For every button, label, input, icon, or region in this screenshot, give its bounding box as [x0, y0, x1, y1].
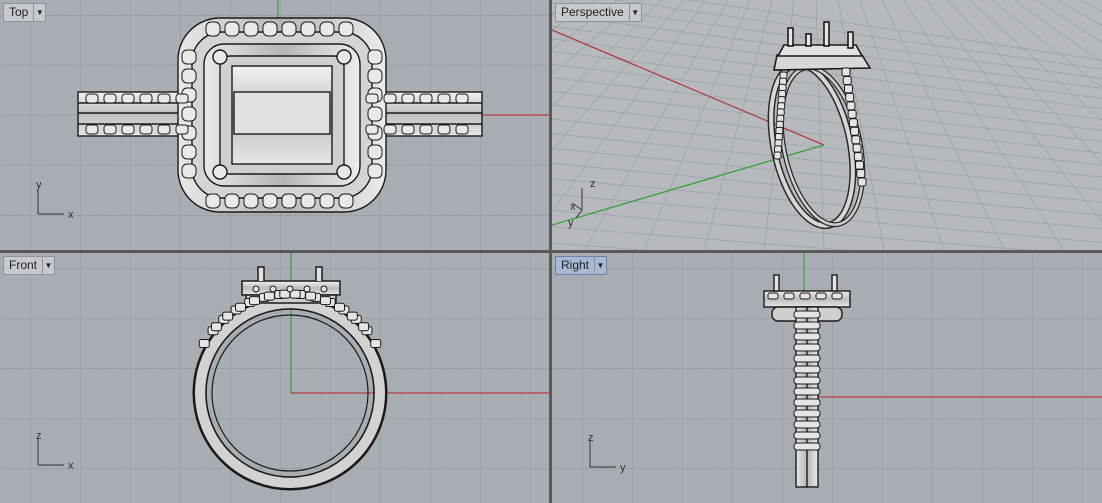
axis-label-x: x [68, 460, 74, 472]
axis-label-z: z [588, 432, 594, 444]
top-view-canvas: y x [0, 0, 549, 250]
axis-label-z: z [590, 178, 596, 190]
viewport-title: Front [9, 258, 38, 272]
axis-label-y: y [36, 179, 42, 191]
viewport-title: Top [9, 5, 29, 19]
viewport-tab-front[interactable]: Front ▼ [3, 256, 56, 275]
viewport-top[interactable]: Top ▼ y x [0, 0, 549, 250]
chevron-down-icon[interactable]: ▼ [33, 4, 45, 21]
axis-label-x: x [570, 201, 576, 213]
chevron-down-icon[interactable]: ▼ [594, 257, 606, 274]
axis-label-y: y [620, 462, 626, 474]
viewport-perspective[interactable]: Perspective ▼ z x y [552, 0, 1102, 250]
right-view-canvas: z y [552, 253, 1102, 503]
perspective-view-canvas: z x y [552, 0, 1102, 250]
axis-label-z: z [36, 430, 42, 442]
axis-label-x: x [68, 209, 74, 221]
chevron-down-icon[interactable]: ▼ [42, 257, 54, 274]
viewport-tab-top[interactable]: Top ▼ [3, 3, 47, 22]
front-view-canvas: z x [0, 253, 549, 503]
viewport-title: Perspective [561, 5, 624, 19]
axis-label-y: y [568, 217, 574, 229]
viewport-tab-perspective[interactable]: Perspective ▼ [555, 3, 642, 22]
viewport-title: Right [561, 258, 590, 272]
chevron-down-icon[interactable]: ▼ [628, 4, 641, 21]
viewport-right[interactable]: Right ▼ z y [552, 253, 1102, 503]
viewport-tab-right[interactable]: Right ▼ [555, 256, 608, 275]
viewport-front[interactable]: Front ▼ z x [0, 253, 549, 503]
